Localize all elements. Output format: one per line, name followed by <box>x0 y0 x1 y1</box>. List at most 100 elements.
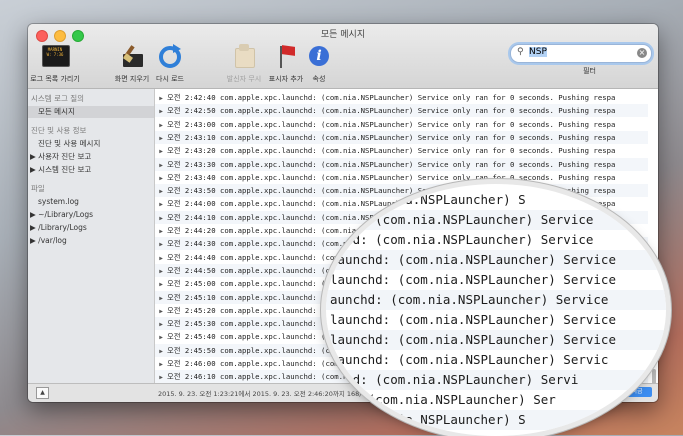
log-message: com.apple.xpc.launchd: (com.nia.NSPLaunc… <box>220 173 615 182</box>
disclosure-triangle-icon[interactable]: ▶ <box>155 185 167 197</box>
clear-display-button[interactable]: 화면 지우기 <box>112 42 152 84</box>
filter-label: 필터 <box>583 66 596 76</box>
properties-label: 속성 <box>304 74 334 84</box>
log-time: 2:44:40 <box>185 253 216 262</box>
log-time: 2:44:20 <box>185 226 216 235</box>
ignore-sender-button[interactable]: 발신자 무시 <box>226 42 262 84</box>
search-input[interactable]: NSP <box>529 47 547 57</box>
log-time: 2:45:20 <box>185 306 216 315</box>
magnifier-overlay: d: (com.nia.NSPLauncher) Sichd: (com.nia… <box>326 184 666 436</box>
sidebar-section-diagnostics: 진단 및 사용 정보 <box>28 125 154 137</box>
reload-icon <box>155 42 185 72</box>
log-ampm: 오전 <box>167 253 180 262</box>
disclosure-triangle-icon[interactable]: ▶ <box>155 225 167 237</box>
disclosure-triangle-icon[interactable]: ▶ <box>155 318 167 330</box>
sidebar-item-var-log[interactable]: ▶ /var/log <box>28 235 154 247</box>
disclosure-triangle-icon[interactable]: ▶ <box>30 152 36 161</box>
log-ampm: 오전 <box>167 120 180 129</box>
log-time: 2:45:30 <box>185 319 216 328</box>
log-ampm: 오전 <box>167 332 180 341</box>
log-time: 2:42:50 <box>185 106 216 115</box>
log-message: com.apple.xpc.launchd: (com.nia.NSPLaunc… <box>220 93 615 102</box>
sidebar-item-system-reports[interactable]: ▶ 시스템 진단 보고 <box>28 164 154 176</box>
magnified-log-line: launchd: (com.nia.NSPLauncher) Service <box>326 250 666 270</box>
disclosure-triangle-icon[interactable]: ▶ <box>155 265 167 277</box>
disclosure-triangle-icon[interactable]: ▶ <box>155 172 167 184</box>
disclosure-triangle-icon[interactable]: ▶ <box>30 223 36 232</box>
sidebar-item-diagnostic-messages[interactable]: 진단 및 사용 메시지 <box>28 138 154 150</box>
sidebar-toggle-button[interactable]: ▲ <box>36 387 49 399</box>
magnified-log-line: d: (com.nia.NSPLauncher) S <box>326 410 666 430</box>
disclosure-triangle-icon[interactable]: ▶ <box>155 371 167 383</box>
disclosure-triangle-icon[interactable]: ▶ <box>155 278 167 290</box>
log-time: 2:42:40 <box>185 93 216 102</box>
log-row[interactable]: ▶오전 2:43:20 com.apple.xpc.launchd: (com.… <box>155 144 648 157</box>
search-field[interactable]: ⚲ NSP × <box>510 44 652 63</box>
disclosure-triangle-icon[interactable]: ▶ <box>155 305 167 317</box>
disclosure-triangle-icon[interactable]: ▶ <box>30 165 36 174</box>
add-marker-button[interactable]: 표시자 추가 <box>268 42 304 84</box>
toolbar: 모든 메시지 MARNIN W: 7:36 로그 목록 가리기 화면 지우기 <box>28 24 658 89</box>
log-time: 2:46:00 <box>185 359 216 368</box>
clear-display-label: 화면 지우기 <box>112 74 152 84</box>
hide-log-list-button[interactable]: MARNIN W: 7:36 로그 목록 가리기 <box>30 42 80 84</box>
disclosure-triangle-icon[interactable]: ▶ <box>155 92 167 104</box>
log-ampm: 오전 <box>167 133 180 142</box>
console-icon: MARNIN W: 7:36 <box>40 42 70 72</box>
log-row[interactable]: ▶오전 2:42:40 com.apple.xpc.launchd: (com.… <box>155 91 648 104</box>
reload-button[interactable]: 다시 로드 <box>152 42 188 84</box>
disclosure-triangle-icon[interactable]: ▶ <box>155 105 167 117</box>
disclosure-triangle-icon[interactable]: ▶ <box>155 292 167 304</box>
magnified-log-line: nchd: (com.nia.NSPLauncher) Servi <box>326 370 666 390</box>
sidebar-item-label: /var/log <box>38 236 67 245</box>
log-time: 2:44:30 <box>185 239 216 248</box>
log-row[interactable]: ▶오전 2:43:40 com.apple.xpc.launchd: (com.… <box>155 171 648 184</box>
window-title: 모든 메시지 <box>28 27 658 40</box>
log-time: 2:44:10 <box>185 213 216 222</box>
disclosure-triangle-icon[interactable]: ▶ <box>155 145 167 157</box>
magnified-log-line: launchd: (com.nia.NSPLauncher) Service <box>326 310 666 330</box>
log-ampm: 오전 <box>167 372 180 381</box>
disclosure-triangle-icon[interactable]: ▶ <box>155 358 167 370</box>
log-time: 2:43:00 <box>185 120 216 129</box>
disclosure-triangle-icon[interactable]: ▶ <box>155 252 167 264</box>
sidebar-item-user-reports[interactable]: ▶ 사용자 진단 보고 <box>28 151 154 163</box>
clear-search-icon[interactable]: × <box>637 48 647 58</box>
log-time: 2:43:30 <box>185 160 216 169</box>
properties-button[interactable]: i 속성 <box>304 42 334 84</box>
console-icon-text: MARNIN W: 7:36 <box>43 47 67 57</box>
log-row[interactable]: ▶오전 2:43:30 com.apple.xpc.launchd: (com.… <box>155 158 648 171</box>
log-ampm: 오전 <box>167 279 180 288</box>
disclosure-triangle-icon[interactable]: ▶ <box>155 159 167 171</box>
disclosure-triangle-icon[interactable]: ▶ <box>30 236 36 245</box>
disclosure-triangle-icon[interactable]: ▶ <box>155 212 167 224</box>
sidebar-item-system-log[interactable]: system.log <box>28 196 154 208</box>
magnified-log-line: d: (com.nia.NSPLauncher) S <box>326 190 666 210</box>
disclosure-triangle-icon[interactable]: ▶ <box>155 331 167 343</box>
log-ampm: 오전 <box>167 146 180 155</box>
log-message: com.apple.xpc.launchd: (com.nia.NSPLaunc… <box>220 106 615 115</box>
sidebar-item-all-messages[interactable]: 모든 메시지 <box>28 106 154 118</box>
log-row[interactable]: ▶오전 2:42:50 com.apple.xpc.launchd: (com.… <box>155 104 648 117</box>
log-row[interactable]: ▶오전 2:43:00 com.apple.xpc.launchd: (com.… <box>155 118 648 131</box>
magnified-log-line: ichd: (com.nia.NSPLauncher) Service <box>326 210 666 230</box>
disclosure-triangle-icon[interactable]: ▶ <box>155 345 167 357</box>
hide-log-list-label: 로그 목록 가리기 <box>30 74 80 84</box>
sidebar-item-user-library-logs[interactable]: ▶ ~/Library/Logs <box>28 209 154 221</box>
log-time: 2:45:10 <box>185 293 216 302</box>
disclosure-triangle-icon[interactable]: ▶ <box>155 238 167 250</box>
log-time: 2:43:50 <box>185 186 216 195</box>
disclosure-triangle-icon[interactable]: ▶ <box>155 119 167 131</box>
disclosure-triangle-icon[interactable]: ▶ <box>155 132 167 144</box>
log-ampm: 오전 <box>167 186 180 195</box>
log-ampm: 오전 <box>167 106 180 115</box>
disclosure-triangle-icon[interactable]: ▶ <box>30 210 36 219</box>
clear-icon <box>117 42 147 72</box>
magnified-log-line: ichd: (com.nia.NSPLauncher) Service <box>326 230 666 250</box>
log-ampm: 오전 <box>167 346 180 355</box>
sidebar-item-library-logs[interactable]: ▶ /Library/Logs <box>28 222 154 234</box>
log-time: 2:44:50 <box>185 266 216 275</box>
sidebar-item-label: /Library/Logs <box>38 223 87 232</box>
log-row[interactable]: ▶오전 2:43:10 com.apple.xpc.launchd: (com.… <box>155 131 648 144</box>
disclosure-triangle-icon[interactable]: ▶ <box>155 198 167 210</box>
